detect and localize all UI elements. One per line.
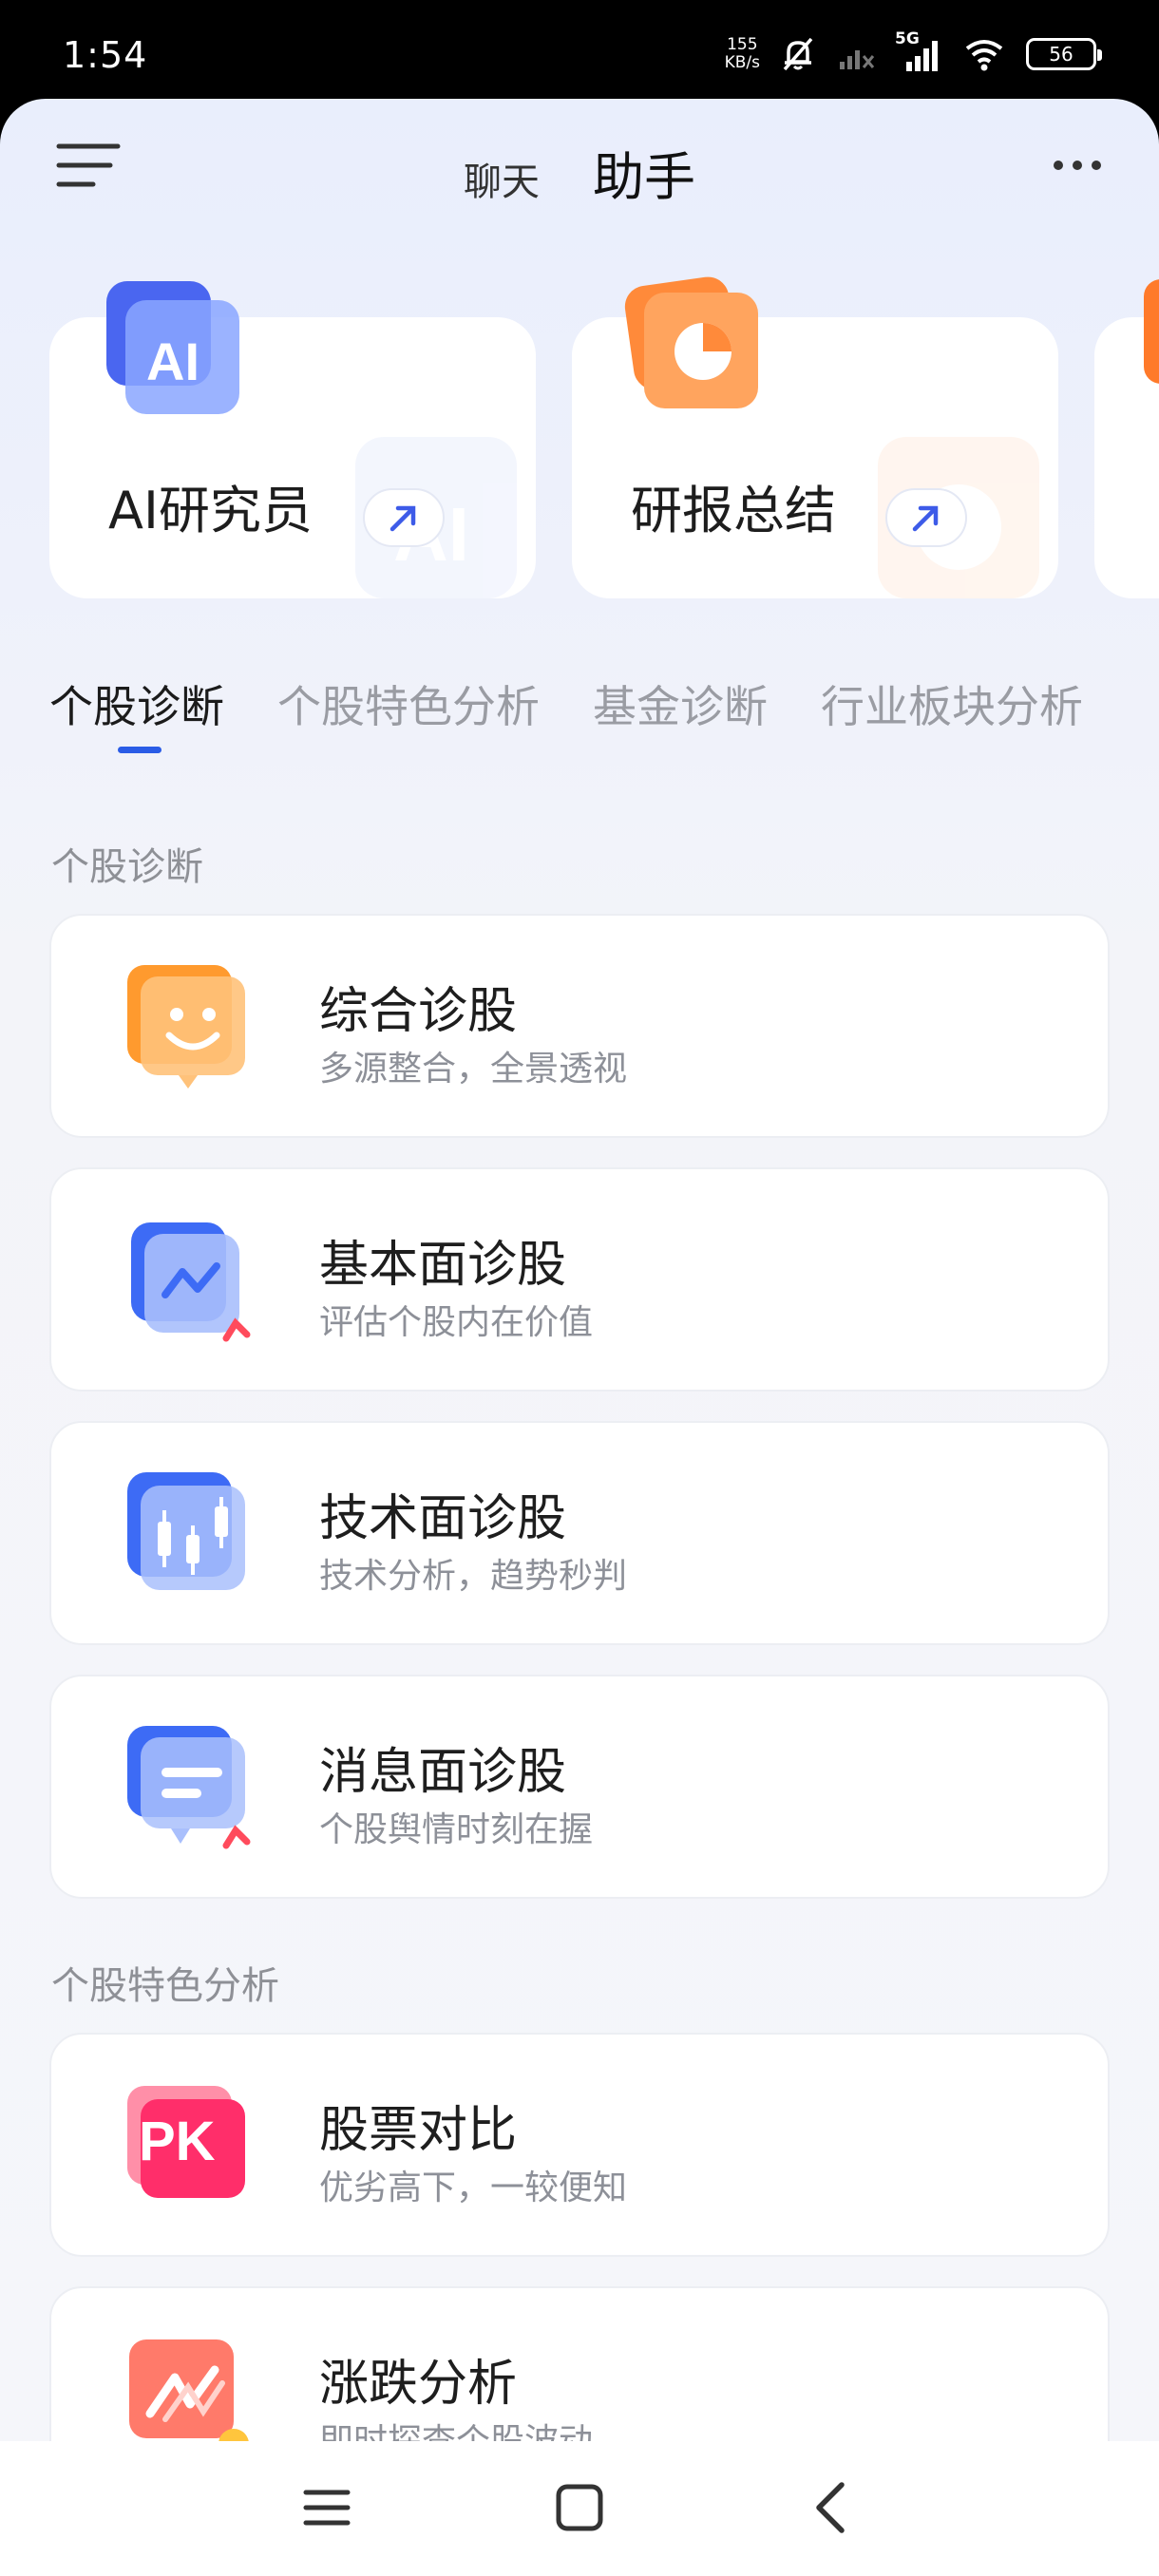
list-item[interactable]: PK 股票对比 优劣高下，一较便知 [49,2033,1110,2257]
ai-icon: AI [106,281,239,414]
assistant-screen: 聊天 助手 AI AI研究员 AI 研报总结 [0,99,1159,2441]
tab-chat[interactable]: 聊天 [464,151,540,206]
signal-off-icon [840,50,875,69]
system-nav-bar [0,2441,1159,2576]
item-subtitle: 个股舆情时刻在握 [319,1810,594,1849]
list-item[interactable]: 消息面诊股 个股舆情时刻在握 [49,1675,1110,1899]
feature-title: 研报总结 [631,481,836,540]
list-item[interactable]: 基本面诊股 评估个股内在价值 [49,1167,1110,1392]
arrow-up-right-icon [912,505,939,532]
tab-stock-feature-analysis[interactable]: 个股特色分析 [277,672,540,777]
item-subtitle: 多源整合，全景透视 [319,1050,628,1089]
item-subtitle: 技术分析，趋势秒判 [319,1557,628,1596]
svg-text:PK: PK [139,2111,216,2172]
tab-assistant[interactable]: 助手 [593,135,695,210]
status-bar: 1:54 155 KB/s 5G 56 [0,0,1159,104]
network-speed: 155 KB/s [724,35,760,72]
pie-chart-icon [624,276,758,408]
trend-card-icon [131,1222,251,1342]
recent-apps-icon[interactable] [296,2477,357,2538]
open-arrow-button[interactable] [885,488,967,547]
battery-icon: 56 [1026,38,1102,70]
item-subtitle: 评估个股内在价值 [319,1303,594,1342]
pk-icon: PK [127,2086,245,2198]
feature-title: AI研究员 [108,481,313,540]
svg-text:AI: AI [146,331,200,391]
signal-5g-icon: 5G [895,29,942,75]
status-time: 1:54 [63,34,148,76]
header: 聊天 助手 [0,99,1159,241]
category-tabs: 个股诊断 个股特色分析 基金诊断 行业板块分析 [0,672,1159,777]
status-icons: 155 KB/s 5G 56 [724,29,1102,78]
item-title: 股票对比 [319,2102,518,2159]
item-subtitle: 优劣高下，一较便知 [319,2169,628,2207]
section-title: 个股特色分析 [51,1964,279,2008]
item-title: 基本面诊股 [319,1237,567,1294]
list-item[interactable]: 综合诊股 多源整合，全景透视 [49,914,1110,1138]
list-item[interactable]: 涨跌分析 即时探查个股波动 [49,2286,1110,2441]
rise-fall-icon [129,2339,249,2441]
tab-stock-diagnosis[interactable]: 个股诊断 [49,672,224,777]
candlestick-icon [127,1472,245,1590]
back-icon[interactable] [802,2477,863,2538]
item-title: 消息面诊股 [319,1744,567,1801]
item-title: 综合诊股 [319,983,518,1040]
message-icon [127,1726,251,1849]
partial-feature-icon [1144,279,1159,384]
smiley-chat-icon [127,965,245,1089]
header-tabs: 聊天 助手 [0,135,1159,210]
wifi-icon [965,40,1003,71]
home-icon[interactable] [549,2477,610,2538]
tab-fund-diagnosis[interactable]: 基金诊断 [593,672,768,777]
item-title: 涨跌分析 [319,2356,518,2413]
item-subtitle: 即时探查个股波动 [319,2414,593,2441]
section-title: 个股诊断 [51,845,203,889]
list-item[interactable]: 技术面诊股 技术分析，趋势秒判 [49,1421,1110,1645]
tab-industry-analysis[interactable]: 行业板块分析 [821,672,1083,777]
arrow-up-right-icon [390,505,416,532]
more-icon[interactable] [1051,154,1104,177]
item-title: 技术面诊股 [319,1490,567,1547]
bell-muted-icon [783,37,813,71]
open-arrow-button[interactable] [363,488,445,547]
